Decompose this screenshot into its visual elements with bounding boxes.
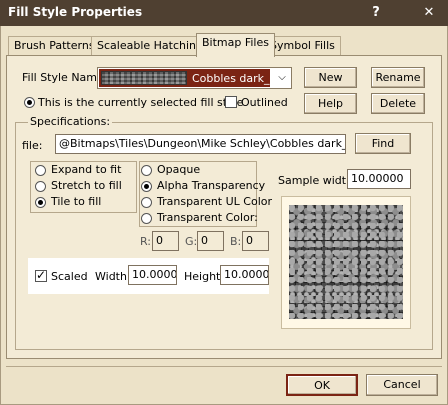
r-label: R: <box>140 235 152 248</box>
delete-button[interactable]: Delete <box>371 93 425 114</box>
opaque-label: Opaque <box>157 163 201 176</box>
file-label: file: <box>22 139 43 152</box>
width-field[interactable]: 10.00000 <box>128 265 177 285</box>
tile-to-fill-radio[interactable] <box>35 197 46 208</box>
outlined-label: Outlined <box>241 96 288 109</box>
height-label: Height: <box>184 270 225 283</box>
rename-button[interactable]: Rename <box>371 67 425 88</box>
footer-separator <box>6 366 442 367</box>
tab-bitmap-files[interactable]: Bitmap Files <box>196 33 275 57</box>
find-button[interactable]: Find <box>355 133 411 154</box>
alpha-transparency-label: Alpha Transparency <box>157 179 266 192</box>
outlined-checkbox[interactable] <box>225 96 237 108</box>
fill-style-selected-name: Cobbles dark_ <box>192 72 270 85</box>
help-title-button[interactable]: ? <box>365 3 387 23</box>
alpha-transparency-radio[interactable] <box>141 181 152 192</box>
sample-width-field[interactable]: 10.00000 <box>347 169 411 189</box>
scaled-label: Scaled <box>51 270 88 283</box>
g-label: G: <box>185 235 198 248</box>
tab-symbol-fills[interactable]: Symbol Fills <box>264 36 341 55</box>
transparent-ul-color-radio[interactable] <box>141 197 152 208</box>
sample-width-label: Sample width: <box>278 174 357 187</box>
bitmap-preview <box>289 205 403 319</box>
fill-swatch-icon <box>101 71 187 85</box>
tab-brush-patterns[interactable]: Brush Patterns <box>8 36 101 55</box>
transparent-color-radio[interactable] <box>141 213 152 224</box>
current-style-label: This is the currently selected fill styl… <box>38 96 244 109</box>
chevron-down-icon[interactable]: ⌵ <box>274 69 290 87</box>
b-label: B: <box>230 235 242 248</box>
fill-style-name-label: Fill Style Name: <box>22 71 108 84</box>
stretch-to-fill-label: Stretch to fill <box>51 179 122 192</box>
g-field[interactable]: 0 <box>197 231 224 251</box>
tile-to-fill-label: Tile to fill <box>51 195 102 208</box>
r-field[interactable]: 0 <box>152 231 179 251</box>
expand-to-fit-radio[interactable] <box>35 165 46 176</box>
stretch-to-fill-radio[interactable] <box>35 181 46 192</box>
cancel-button[interactable]: Cancel <box>366 374 438 396</box>
specifications-legend: Specifications: <box>28 115 113 128</box>
window-title: Fill Style Properties <box>8 5 143 19</box>
current-style-radio[interactable] <box>24 97 35 108</box>
new-button[interactable]: New <box>304 67 357 88</box>
file-path-field[interactable]: @Bitmaps\Tiles\Dungeon\Mike Schley\Cobbl… <box>55 134 346 154</box>
close-button[interactable]: ✕ <box>418 3 440 23</box>
tab-scaleable-hatching[interactable]: Scaleable Hatching <box>91 36 209 55</box>
opaque-radio[interactable] <box>141 165 152 176</box>
expand-to-fit-label: Expand to fit <box>51 163 122 176</box>
transparent-ul-color-label: Transparent UL Color <box>157 195 273 208</box>
height-field[interactable]: 10.00000 <box>220 265 269 285</box>
transparent-color-label: Transparent Color: <box>157 211 258 224</box>
scaled-checkbox[interactable] <box>35 268 47 282</box>
b-field[interactable]: 0 <box>242 231 269 251</box>
width-label: Width: <box>95 270 131 283</box>
help-button[interactable]: Help <box>304 93 357 114</box>
ok-button[interactable]: OK <box>286 374 358 396</box>
